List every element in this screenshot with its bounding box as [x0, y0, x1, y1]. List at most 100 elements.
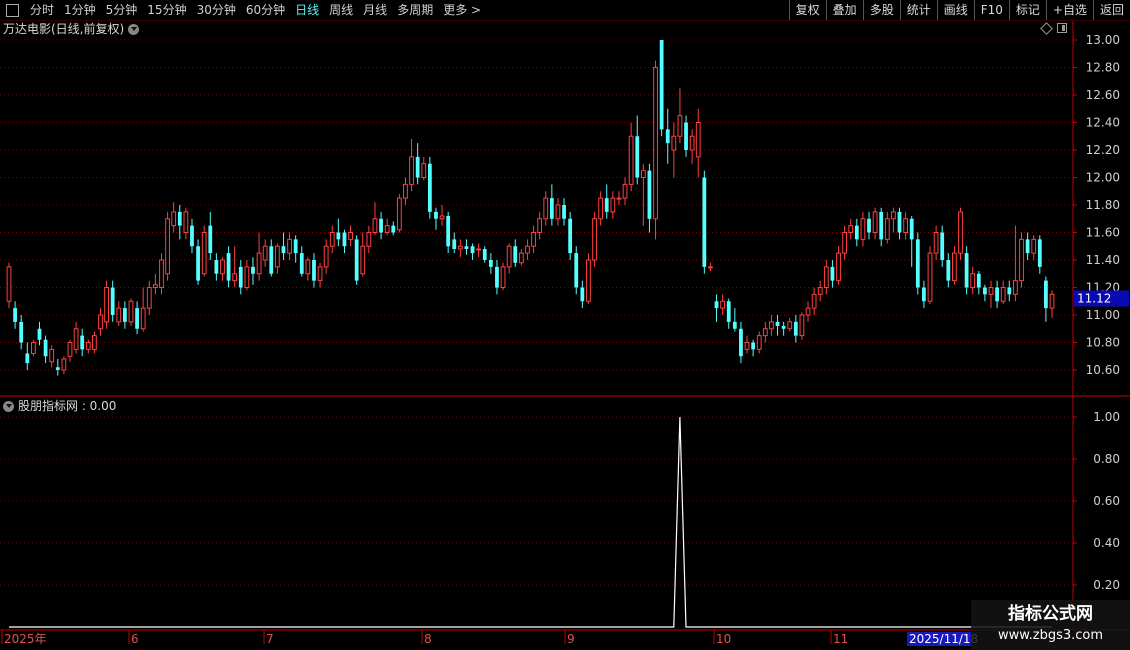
- candle-body: [177, 211, 182, 226]
- date-tick-label: 9: [567, 632, 575, 646]
- candle-body: [464, 246, 469, 249]
- candle-body: [342, 232, 347, 247]
- candle-body: [1019, 238, 1024, 282]
- candle-body: [159, 259, 164, 288]
- price-tick-label: 11.00: [1086, 308, 1120, 322]
- candle-body: [208, 225, 213, 254]
- candle-body: [226, 253, 231, 281]
- candle-body: [1031, 238, 1037, 254]
- candle-body: [903, 218, 909, 233]
- candle-body: [689, 135, 695, 151]
- price-tick-label: 11.80: [1086, 198, 1120, 212]
- candle-body: [897, 211, 902, 233]
- candle-body: [891, 211, 896, 220]
- toolbar-action-button[interactable]: 多股: [862, 0, 900, 20]
- toolbar-action-button[interactable]: 返回: [1092, 0, 1130, 20]
- toolbar-action-button[interactable]: F10: [973, 0, 1009, 20]
- panel-corner-icons: [1040, 21, 1067, 35]
- date-tick-label: 10: [716, 632, 731, 646]
- candle-body: [251, 266, 255, 274]
- chevron-down-icon[interactable]: [3, 400, 14, 412]
- candle-body: [360, 245, 366, 275]
- period-toolbar: 分时 1分钟 5分钟 15分钟 30分钟 60分钟 日线 周线 月线 多周期 更多 > 复权 叠加 多股…: [0, 0, 1130, 21]
- candle-body: [1037, 239, 1042, 267]
- stock-chart: 13.00 12.80 12.60 12.40 12.20 12.00 11.80 11.60…: [0, 21, 1130, 646]
- period-tab[interactable]: 周线: [324, 0, 358, 20]
- candle-body: [677, 115, 683, 137]
- price-tick-label: 12.20: [1086, 143, 1120, 157]
- candle-body: [146, 287, 152, 309]
- period-tab[interactable]: 30分钟: [192, 0, 241, 20]
- candle-body: [848, 225, 854, 233]
- toolbar-action-button[interactable]: 叠加: [825, 0, 863, 20]
- candle-body: [439, 215, 445, 220]
- candle-body: [55, 367, 60, 370]
- diamond-icon[interactable]: [1040, 21, 1053, 35]
- candle-body: [196, 246, 200, 281]
- candle-body: [274, 245, 280, 268]
- candle-body: [830, 266, 835, 281]
- candle-body: [214, 260, 219, 274]
- period-tab[interactable]: 15分钟: [142, 0, 191, 20]
- date-tick-label: 8: [424, 632, 432, 646]
- candle-body: [769, 321, 774, 330]
- candle-body: [933, 232, 939, 254]
- candle-body: [73, 328, 79, 350]
- period-tab[interactable]: 多周期: [392, 0, 438, 20]
- period-tab[interactable]: 60分钟: [241, 0, 290, 20]
- period-tab[interactable]: 月线: [358, 0, 392, 20]
- price-tick-label: 10.60: [1086, 363, 1120, 377]
- candle-body: [946, 260, 951, 281]
- toolbar-action-button[interactable]: 画线: [936, 0, 974, 20]
- toolbar-action-button[interactable]: 统计: [899, 0, 937, 20]
- date-tick-label: 7: [266, 632, 274, 646]
- candle-body: [128, 300, 134, 323]
- panel-toggle-icon[interactable]: [1057, 23, 1067, 33]
- candle-body: [995, 287, 999, 302]
- candle-body: [610, 197, 616, 213]
- price-tick-label: 11.60: [1086, 226, 1120, 240]
- chevron-down-icon[interactable]: [128, 23, 140, 35]
- toolbar-action-button[interactable]: 标记: [1008, 0, 1046, 20]
- candle-body: [793, 321, 798, 336]
- price-tick-label: 12.60: [1086, 88, 1120, 102]
- candle-body: [836, 252, 841, 282]
- candle-body: [482, 249, 487, 260]
- candle-body: [739, 328, 743, 357]
- toolbar-action-button[interactable]: 复权: [788, 0, 826, 20]
- candle-body: [98, 314, 103, 330]
- toolbar-actions: 复权 叠加 多股 统计 画线 F10 标记 +自选 返回: [788, 0, 1130, 20]
- candle-body: [506, 245, 512, 268]
- candle-body: [446, 216, 451, 247]
- candle-body: [805, 307, 811, 316]
- period-tab[interactable]: 更多 >: [438, 0, 486, 20]
- candle-body: [940, 232, 945, 260]
- indicator-panel-title: 股朋指标网 : 0.00: [3, 398, 116, 414]
- menu-icon[interactable]: [6, 3, 19, 17]
- candle-body: [726, 301, 731, 322]
- candle-body: [860, 218, 866, 240]
- candle-body: [720, 300, 726, 309]
- candle-body: [165, 218, 170, 275]
- candle-body: [622, 183, 628, 199]
- period-tab[interactable]: 5分钟: [101, 0, 143, 20]
- candle-body: [427, 163, 432, 212]
- candle-body: [190, 225, 194, 247]
- candle-body: [695, 122, 701, 158]
- candle-body: [372, 218, 378, 233]
- candle-body: [49, 348, 55, 363]
- period-tab[interactable]: 1分钟: [59, 0, 101, 20]
- candle-body: [671, 135, 677, 151]
- candle-body: [823, 266, 829, 288]
- candle-body: [775, 321, 780, 326]
- candle-body: [299, 253, 304, 274]
- period-tab[interactable]: 分时: [25, 0, 59, 20]
- candle-body: [122, 308, 127, 322]
- indicator-tick-label: 0.40: [1093, 536, 1120, 550]
- candle-body: [751, 342, 756, 350]
- period-tab[interactable]: 日线: [290, 0, 324, 20]
- price-tick-label: 10.80: [1086, 336, 1120, 350]
- candle-body: [238, 266, 243, 288]
- price-tick-label: 12.40: [1086, 116, 1120, 130]
- toolbar-action-button[interactable]: +自选: [1045, 0, 1093, 20]
